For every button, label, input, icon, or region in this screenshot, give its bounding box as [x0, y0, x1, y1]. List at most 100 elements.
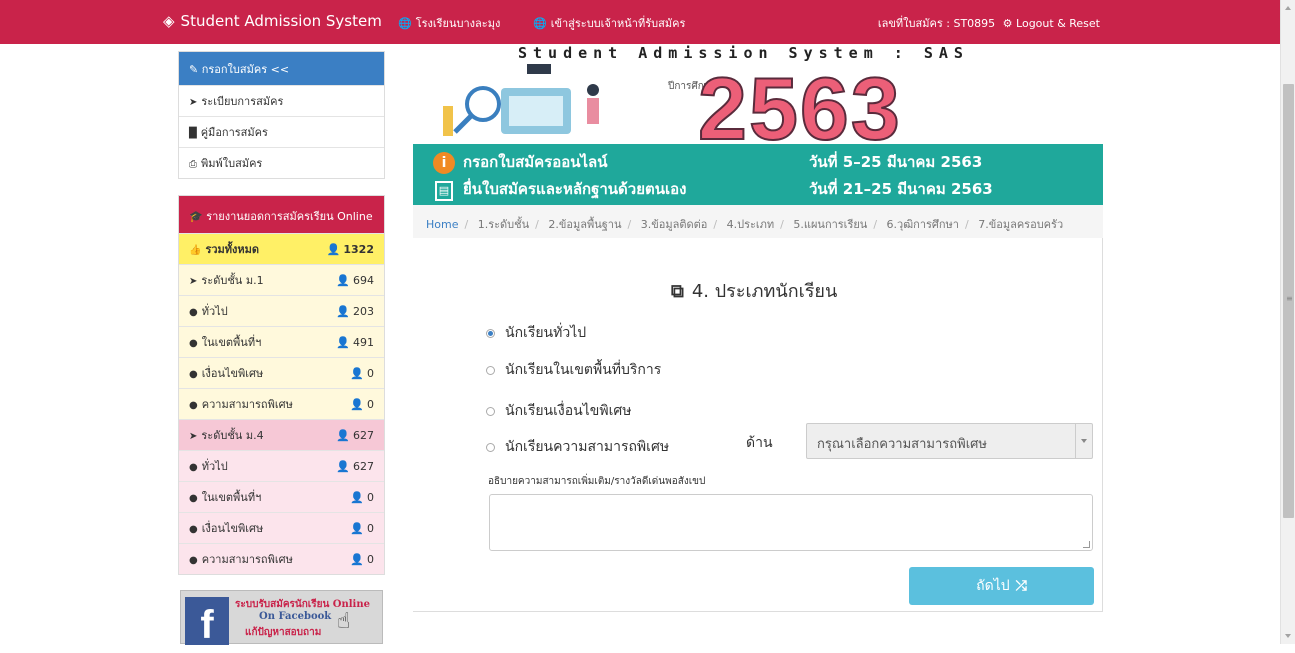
chevron-down-icon[interactable]	[1075, 424, 1092, 458]
globe-icon: 🌐	[398, 17, 412, 30]
ability-select[interactable]: กรุณาเลือกความสามารถพิเศษ	[806, 423, 1093, 459]
send-icon: ➤	[189, 97, 198, 108]
stat-row: ● ในเขตพื้นที่ฯ 👤 0	[179, 481, 384, 512]
map-marker-icon: ●	[189, 462, 198, 473]
menu-item-label: ระเบียบการสมัคร	[201, 95, 284, 108]
map-marker-icon: ●	[189, 493, 198, 504]
scroll-up-arrow[interactable]	[1285, 6, 1291, 10]
user-icon: 👤	[336, 304, 350, 318]
radio-label: นักเรียนเงื่อนไขพิเศษ	[505, 403, 632, 419]
thumbs-up-icon: 👍	[189, 245, 202, 256]
user-icon: 👤	[350, 490, 364, 504]
online-apply-date: วันที่ 5–25 มีนาคม 2563	[809, 153, 983, 171]
menu-item-regulations[interactable]: ➤ ระเบียบการสมัคร	[179, 85, 384, 116]
stat-row: ● เงื่อนไขพิเศษ 👤 0	[179, 512, 384, 543]
report-title: รายงานยอดการสมัครเรียน Online	[206, 210, 373, 223]
page-title-text: 4. ประเภทนักเรียน	[691, 281, 838, 302]
breadcrumb-step[interactable]: 6.วุฒิการศึกษา	[887, 218, 959, 231]
description-textarea[interactable]	[489, 494, 1093, 551]
user-icon: 👤	[350, 521, 364, 535]
scroll-grip-icon: ≡	[1286, 294, 1293, 303]
breadcrumb-home[interactable]: Home	[426, 218, 458, 231]
stat-label: ความสามารถพิเศษ	[201, 553, 293, 566]
stat-row: ● ทั่วไป 👤 627	[179, 450, 384, 481]
breadcrumb-step[interactable]: 3.ข้อมูลติดต่อ	[641, 218, 708, 231]
applicant-number: เลขที่ใบสมัคร : ST0895	[877, 17, 996, 30]
report-header: 🎓 รายงานยอดการสมัครเรียน Online	[179, 196, 384, 233]
brand-label: Student Admission System	[180, 12, 382, 30]
breadcrumb-step[interactable]: 2.ข้อมูลพื้นฐาน	[548, 218, 621, 231]
submit-docs-text: ยื่นใบสมัครและหลักฐานด้วยตนเอง	[463, 180, 687, 198]
map-marker-icon: ●	[189, 338, 198, 349]
student-type-form: ⧉ 4. ประเภทนักเรียน นักเรียนทั่วไป นักเรี…	[413, 238, 1103, 612]
next-button-label: ถัดไป	[976, 578, 1010, 594]
page-title: ⧉ 4. ประเภทนักเรียน	[671, 276, 837, 305]
stat-row-m1: ➤ ระดับชั้น ม.1 👤 694	[179, 264, 384, 295]
stat-label: รวมทั้งหมด	[205, 243, 260, 256]
menu-item-manual[interactable]: █ คู่มือการสมัคร	[179, 116, 384, 147]
edit-icon: ✎	[189, 63, 199, 76]
radio-special-ability[interactable]: นักเรียนความสามารถพิเศษ	[486, 436, 669, 458]
info-icon: i	[433, 152, 455, 174]
radio-service-area[interactable]: นักเรียนในเขตพื้นที่บริการ	[486, 359, 661, 381]
facebook-line3: แก้ปัญหาสอบถาม	[245, 627, 322, 638]
radio-button[interactable]	[486, 365, 495, 375]
send-icon: ➤	[189, 431, 198, 442]
stat-label: เงื่อนไขพิเศษ	[201, 367, 264, 380]
radio-button[interactable]	[486, 442, 495, 452]
report-panel: 🎓 รายงานยอดการสมัครเรียน Online 👍 รวมทั้ง…	[178, 195, 385, 575]
breadcrumb-step[interactable]: 7.ข้อมูลครอบครัว	[978, 218, 1063, 231]
radio-label: นักเรียนทั่วไป	[505, 325, 587, 341]
facebook-banner[interactable]: f ระบบรับสมัครนักเรียน Online On Faceboo…	[180, 590, 383, 647]
scroll-down-arrow[interactable]	[1285, 634, 1291, 638]
stat-count: 491	[353, 335, 374, 349]
radio-special-condition[interactable]: นักเรียนเงื่อนไขพิเศษ	[486, 400, 631, 422]
fire-icon: ◈	[163, 12, 175, 30]
radio-button[interactable]	[486, 406, 495, 416]
user-icon: 👤	[336, 273, 350, 287]
document-icon: ▤	[435, 181, 453, 201]
user-icon: 👤	[350, 397, 364, 411]
staff-login-link[interactable]: 🌐 เข้าสู่ระบบเจ้าหน้าที่รับสมัคร	[533, 14, 685, 32]
submit-docs-line: ▤ ยื่นใบสมัครและหลักฐานด้วยตนเอง	[433, 177, 686, 201]
globe-icon: 🌐	[533, 17, 547, 30]
breadcrumb-step[interactable]: 1.ระดับชั้น	[478, 218, 529, 231]
stat-row: ● ความสามารถพิเศษ 👤 0	[179, 543, 384, 574]
apply-menu-header[interactable]: ✎ กรอกใบสมัคร <<	[179, 52, 384, 85]
share-square-icon: ⧉	[671, 281, 684, 302]
send-icon: ➤	[189, 276, 198, 287]
stat-row: ● เงื่อนไขพิเศษ 👤 0	[179, 357, 384, 388]
user-icon: 👤	[336, 335, 350, 349]
resize-handle-icon[interactable]	[1083, 541, 1090, 548]
user-icon: 👤	[326, 242, 341, 256]
radio-general[interactable]: นักเรียนทั่วไป	[486, 322, 586, 344]
map-marker-icon: ●	[189, 400, 198, 411]
school-link[interactable]: 🌐 โรงเรียนบางละมุง	[398, 14, 500, 32]
user-icon: 👤	[350, 366, 364, 380]
menu-item-print[interactable]: ⎙ พิมพ์ใบสมัคร	[179, 147, 384, 178]
stat-row-total: 👍 รวมทั้งหมด 👤 1322	[179, 233, 384, 264]
stat-label: ระดับชั้น ม.1	[201, 274, 264, 287]
stat-label: เงื่อนไขพิเศษ	[201, 522, 264, 535]
breadcrumb-step[interactable]: 5.แผนการเรียน	[793, 218, 867, 231]
banner-top: Student Admission System : SAS ปีการศึกษ…	[413, 44, 1103, 159]
stat-label: ทั่วไป	[201, 460, 228, 473]
map-marker-icon: ●	[189, 307, 198, 318]
radio-label: นักเรียนในเขตพื้นที่บริการ	[505, 362, 662, 378]
vertical-scrollbar[interactable]: ≡	[1280, 0, 1295, 644]
stat-label: ระดับชั้น ม.4	[201, 429, 264, 442]
stat-count: 0	[367, 397, 374, 411]
radio-button[interactable]	[486, 328, 495, 338]
stat-count: 0	[367, 490, 374, 504]
brand[interactable]: ◈ Student Admission System	[163, 12, 382, 30]
breadcrumb-step[interactable]: 4.ประเภท	[727, 218, 775, 231]
logout-button[interactable]: ⚙ Logout & Reset	[1003, 17, 1100, 30]
pointer-hand-icon: ☝	[337, 609, 351, 634]
stat-label: ทั่วไป	[201, 305, 228, 318]
illustration-image	[443, 64, 599, 136]
online-apply-text: กรอกใบสมัครออนไลน์	[463, 153, 608, 171]
next-button[interactable]: ถัดไป ⤮	[909, 567, 1094, 605]
stat-count: 0	[367, 521, 374, 535]
book-icon: █	[189, 128, 197, 139]
logout-label: Logout & Reset	[1016, 17, 1100, 30]
